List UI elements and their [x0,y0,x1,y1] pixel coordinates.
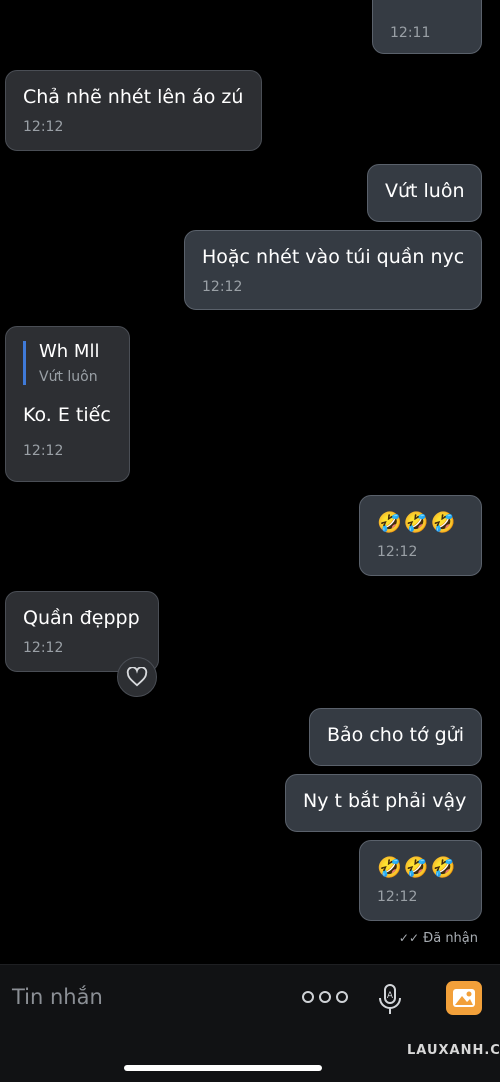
message-text: Bảo cho tớ gửi [327,724,464,746]
message-bubble[interactable]: 🤣🤣🤣 12:12 [359,495,482,576]
read-status: ✓✓ Đã nhận [399,931,478,946]
message-input[interactable]: Tin nhắn [12,985,103,1009]
message-time: 12:12 [377,544,418,560]
more-icon[interactable] [302,991,348,1003]
message-text: Quần đẹppp [23,607,140,629]
svg-text:A: A [387,991,394,1001]
image-icon[interactable] [446,981,482,1015]
watermark: LAUXANH.CC [407,1043,500,1058]
message-text: Ko. E tiếc [23,404,111,426]
message-time: 12:12 [23,640,64,656]
read-status-text: Đã nhận [423,931,478,946]
reply-text: Vứt luôn [39,369,98,385]
reply-quote[interactable]: Wh Mll Vứt luôn [23,341,112,385]
message-time: 12:12 [377,889,418,905]
message-bubble[interactable]: 12:11 [372,0,482,54]
message-time: 12:12 [23,119,64,135]
heart-reaction-button[interactable] [117,657,157,697]
message-bubble[interactable]: Ny t bắt phải vậy [285,774,482,832]
message-bubble[interactable]: 🤣🤣🤣 12:12 [359,840,482,921]
message-bubble[interactable]: Bảo cho tớ gửi [309,708,482,766]
message-bubble[interactable]: Vứt luôn [367,164,482,222]
home-indicator [124,1065,322,1071]
message-bubble[interactable]: Hoặc nhét vào túi quần nyc 12:12 [184,230,482,310]
heart-icon [126,667,148,687]
message-bubble[interactable]: Wh Mll Vứt luôn Ko. E tiếc 12:12 [5,326,130,482]
emoji-message: 🤣🤣🤣 [377,510,458,534]
message-bubble[interactable]: Chả nhẽ nhét lên áo zú 12:12 [5,70,262,151]
check-icon: ✓✓ [398,931,419,945]
reply-author: Wh Mll [39,341,100,362]
message-text: Vứt luôn [385,180,465,202]
message-time: 12:11 [390,25,431,41]
message-time: 12:12 [23,443,64,459]
emoji-message: 🤣🤣🤣 [377,855,458,879]
message-text: Ny t bắt phải vậy [303,790,467,812]
mic-icon[interactable]: A [376,983,404,1017]
message-time: 12:12 [202,279,243,295]
message-text: Hoặc nhét vào túi quần nyc [202,246,465,268]
message-text: Chả nhẽ nhét lên áo zú [23,86,244,108]
